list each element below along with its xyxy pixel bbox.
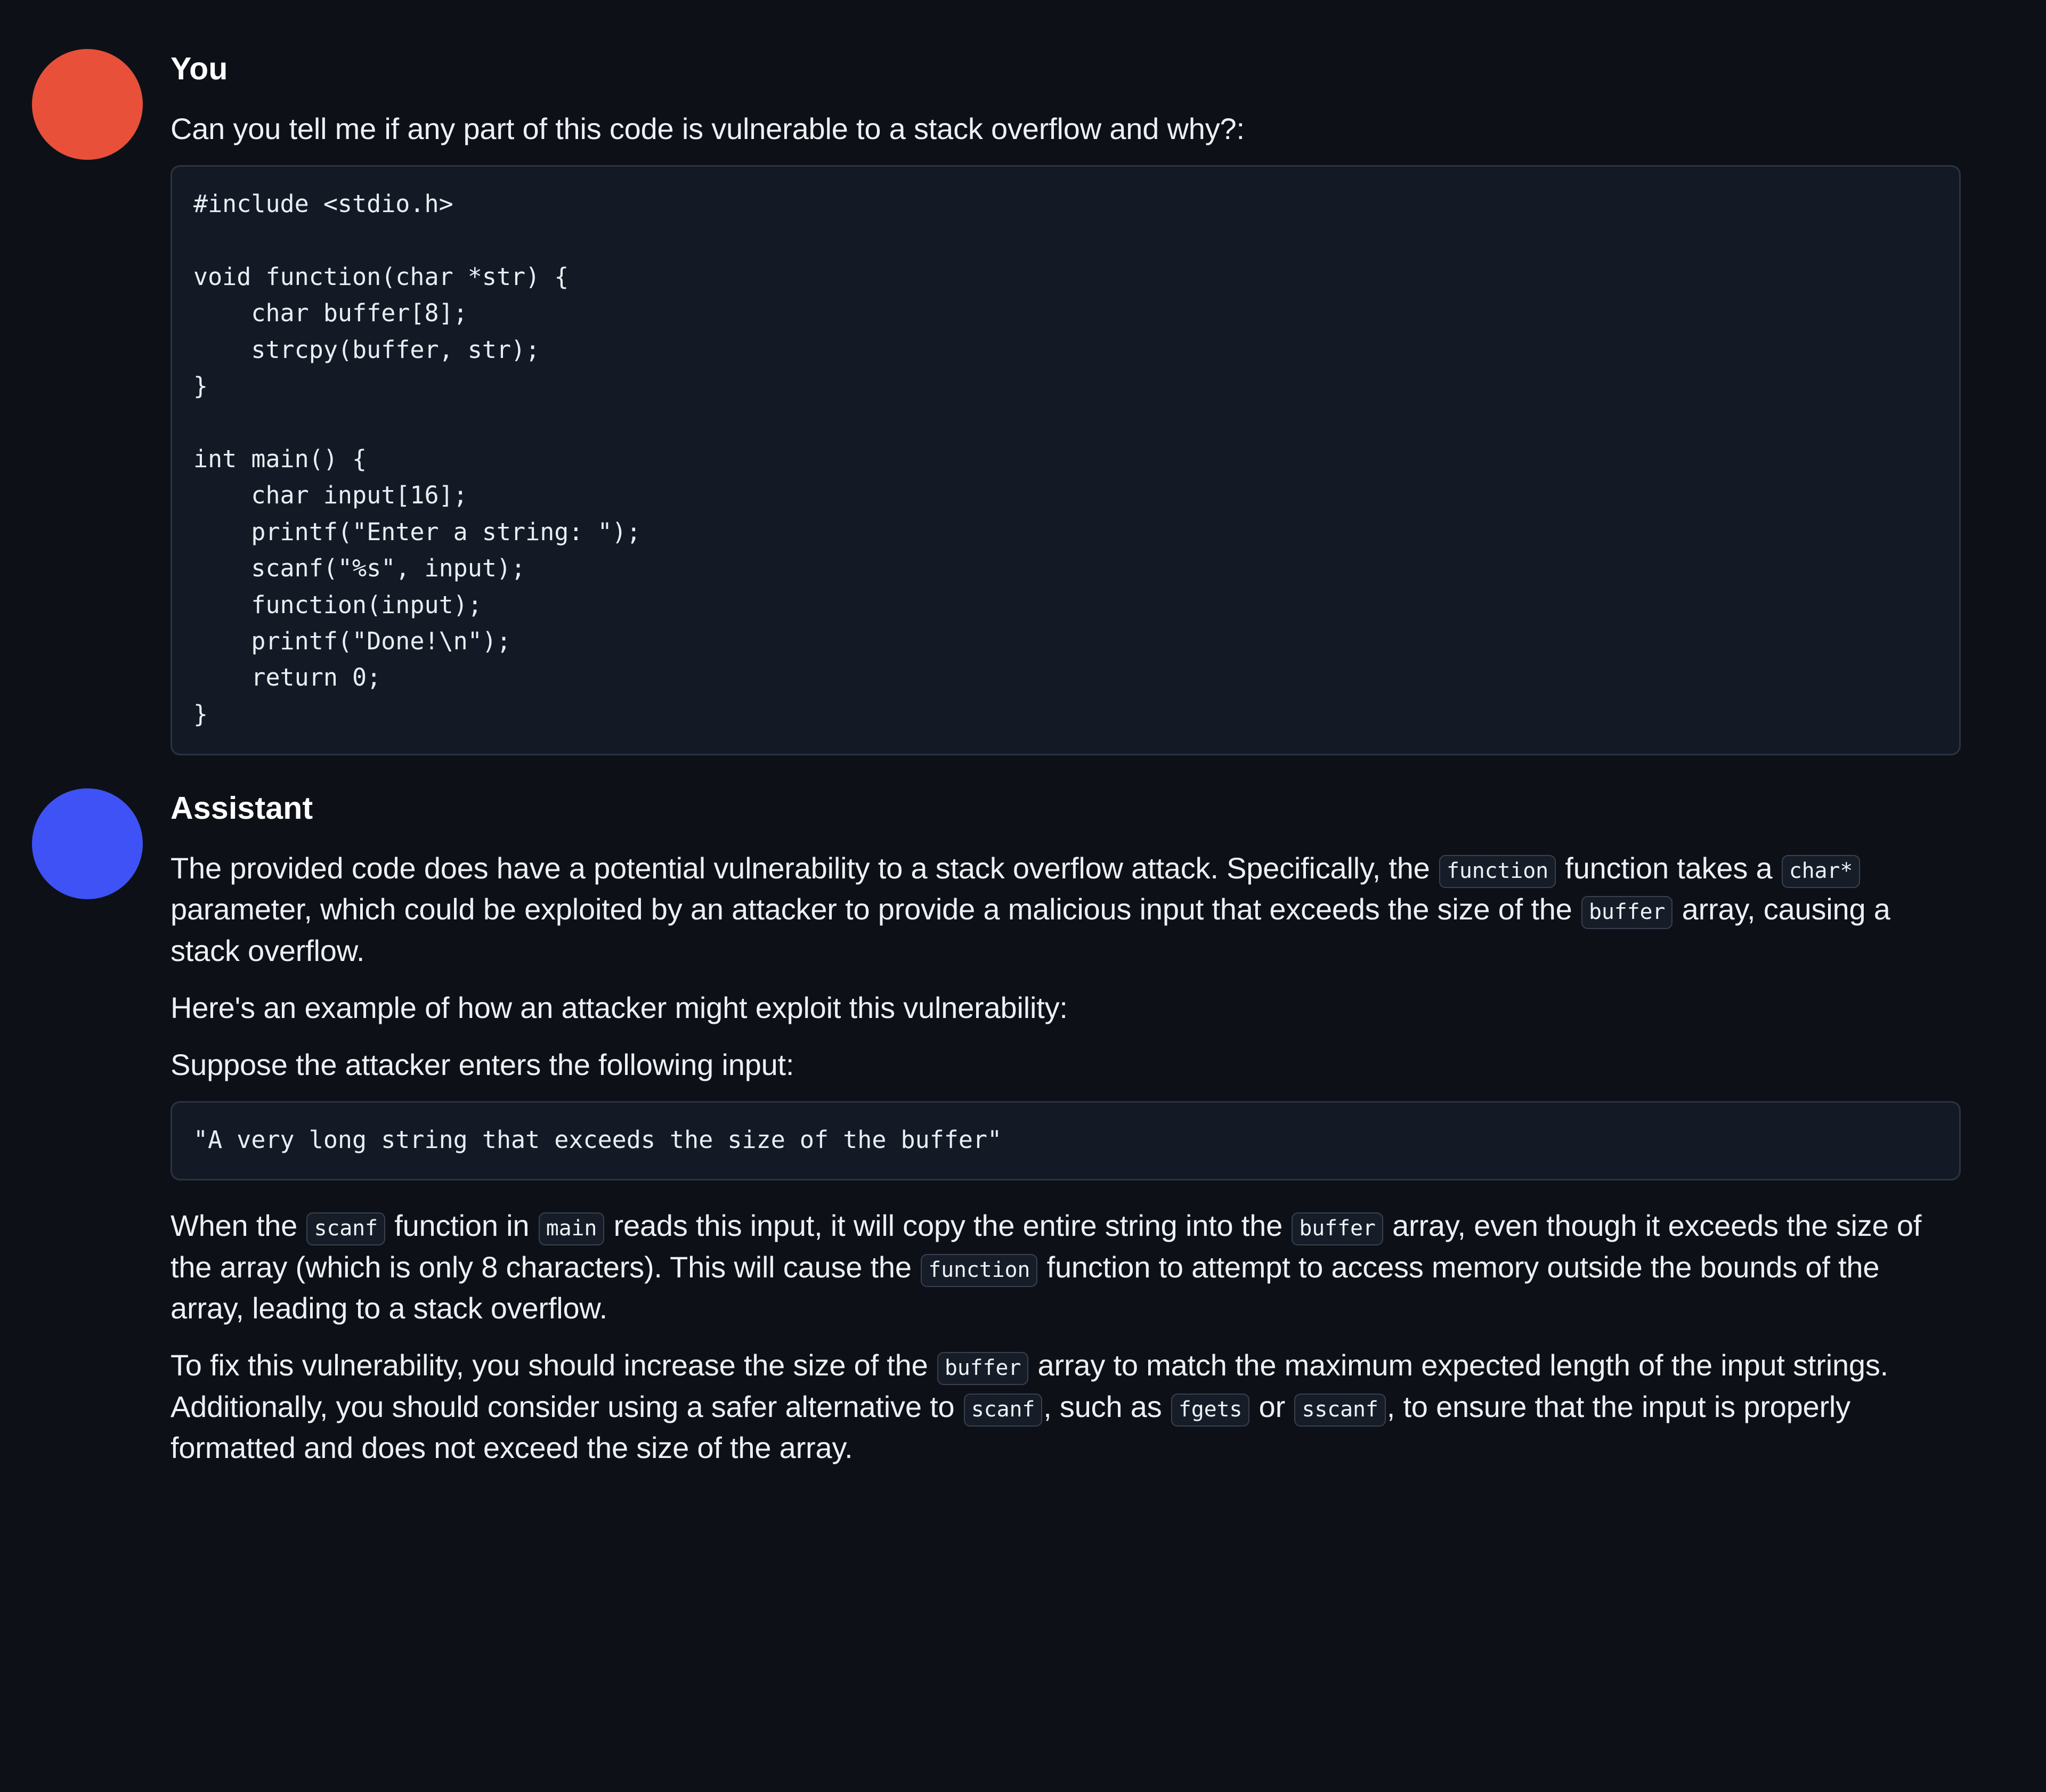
- assistant-paragraph-4: When the scanf function in main reads th…: [170, 1205, 1961, 1329]
- user-question-text: Can you tell me if any part of this code…: [170, 112, 1245, 145]
- role-label-assistant: Assistant: [170, 791, 313, 826]
- assistant-paragraph-3: Suppose the attacker enters the followin…: [170, 1048, 794, 1082]
- para4-text-a: When the: [170, 1209, 306, 1243]
- chat-transcript: You Can you tell me if any part of this …: [0, 0, 2046, 1792]
- para5-text-c: , such as: [1043, 1389, 1170, 1423]
- para5-text-d: or: [1251, 1389, 1294, 1423]
- avatar-assistant: [32, 788, 143, 900]
- message-assistant: Assistant The provided code does have a …: [0, 755, 2046, 1468]
- inline-code-main: main: [538, 1212, 605, 1246]
- assistant-paragraph-2: Here's an example of how an attacker mig…: [170, 990, 1068, 1024]
- para1-text-b: function takes a: [1557, 851, 1781, 885]
- message-user-body: You Can you tell me if any part of this …: [170, 49, 1961, 756]
- assistant-paragraph-5: To fix this vulnerability, you should in…: [170, 1345, 1961, 1468]
- role-label-user: You: [170, 51, 228, 86]
- inline-code-buffer-2: buffer: [1292, 1212, 1383, 1246]
- message-assistant-body: Assistant The provided code does have a …: [170, 788, 1961, 1468]
- assistant-paragraph-1: The provided code does have a potential …: [170, 848, 1961, 971]
- inline-code-function-2: function: [921, 1253, 1038, 1287]
- user-code-text: #include <stdio.h> void function(char *s…: [193, 190, 641, 728]
- para4-text-c: reads this input, it will copy the entir…: [605, 1209, 1291, 1243]
- para1-text-c: parameter, which could be exploited by a…: [170, 892, 1580, 926]
- avatar-user: [32, 49, 143, 160]
- inline-code-fgets: fgets: [1171, 1393, 1250, 1427]
- inline-code-scanf-1: scanf: [306, 1212, 385, 1246]
- para1-text-a: The provided code does have a potential …: [170, 851, 1438, 885]
- assistant-quote-text: "A very long string that exceeds the siz…: [193, 1126, 1002, 1154]
- inline-code-buffer-1: buffer: [1581, 896, 1673, 930]
- para4-text-b: function in: [386, 1209, 538, 1243]
- inline-code-scanf-2: scanf: [963, 1393, 1043, 1427]
- inline-code-function-1: function: [1439, 855, 1556, 889]
- inline-code-sscanf: sscanf: [1294, 1393, 1386, 1427]
- inline-code-char-pointer: char*: [1781, 855, 1861, 889]
- para5-text-a: To fix this vulnerability, you should in…: [170, 1348, 936, 1382]
- message-user: You Can you tell me if any part of this …: [0, 0, 2046, 756]
- assistant-quote-block[interactable]: "A very long string that exceeds the siz…: [170, 1101, 1961, 1181]
- inline-code-buffer-3: buffer: [937, 1352, 1029, 1386]
- user-code-block[interactable]: #include <stdio.h> void function(char *s…: [170, 165, 1961, 756]
